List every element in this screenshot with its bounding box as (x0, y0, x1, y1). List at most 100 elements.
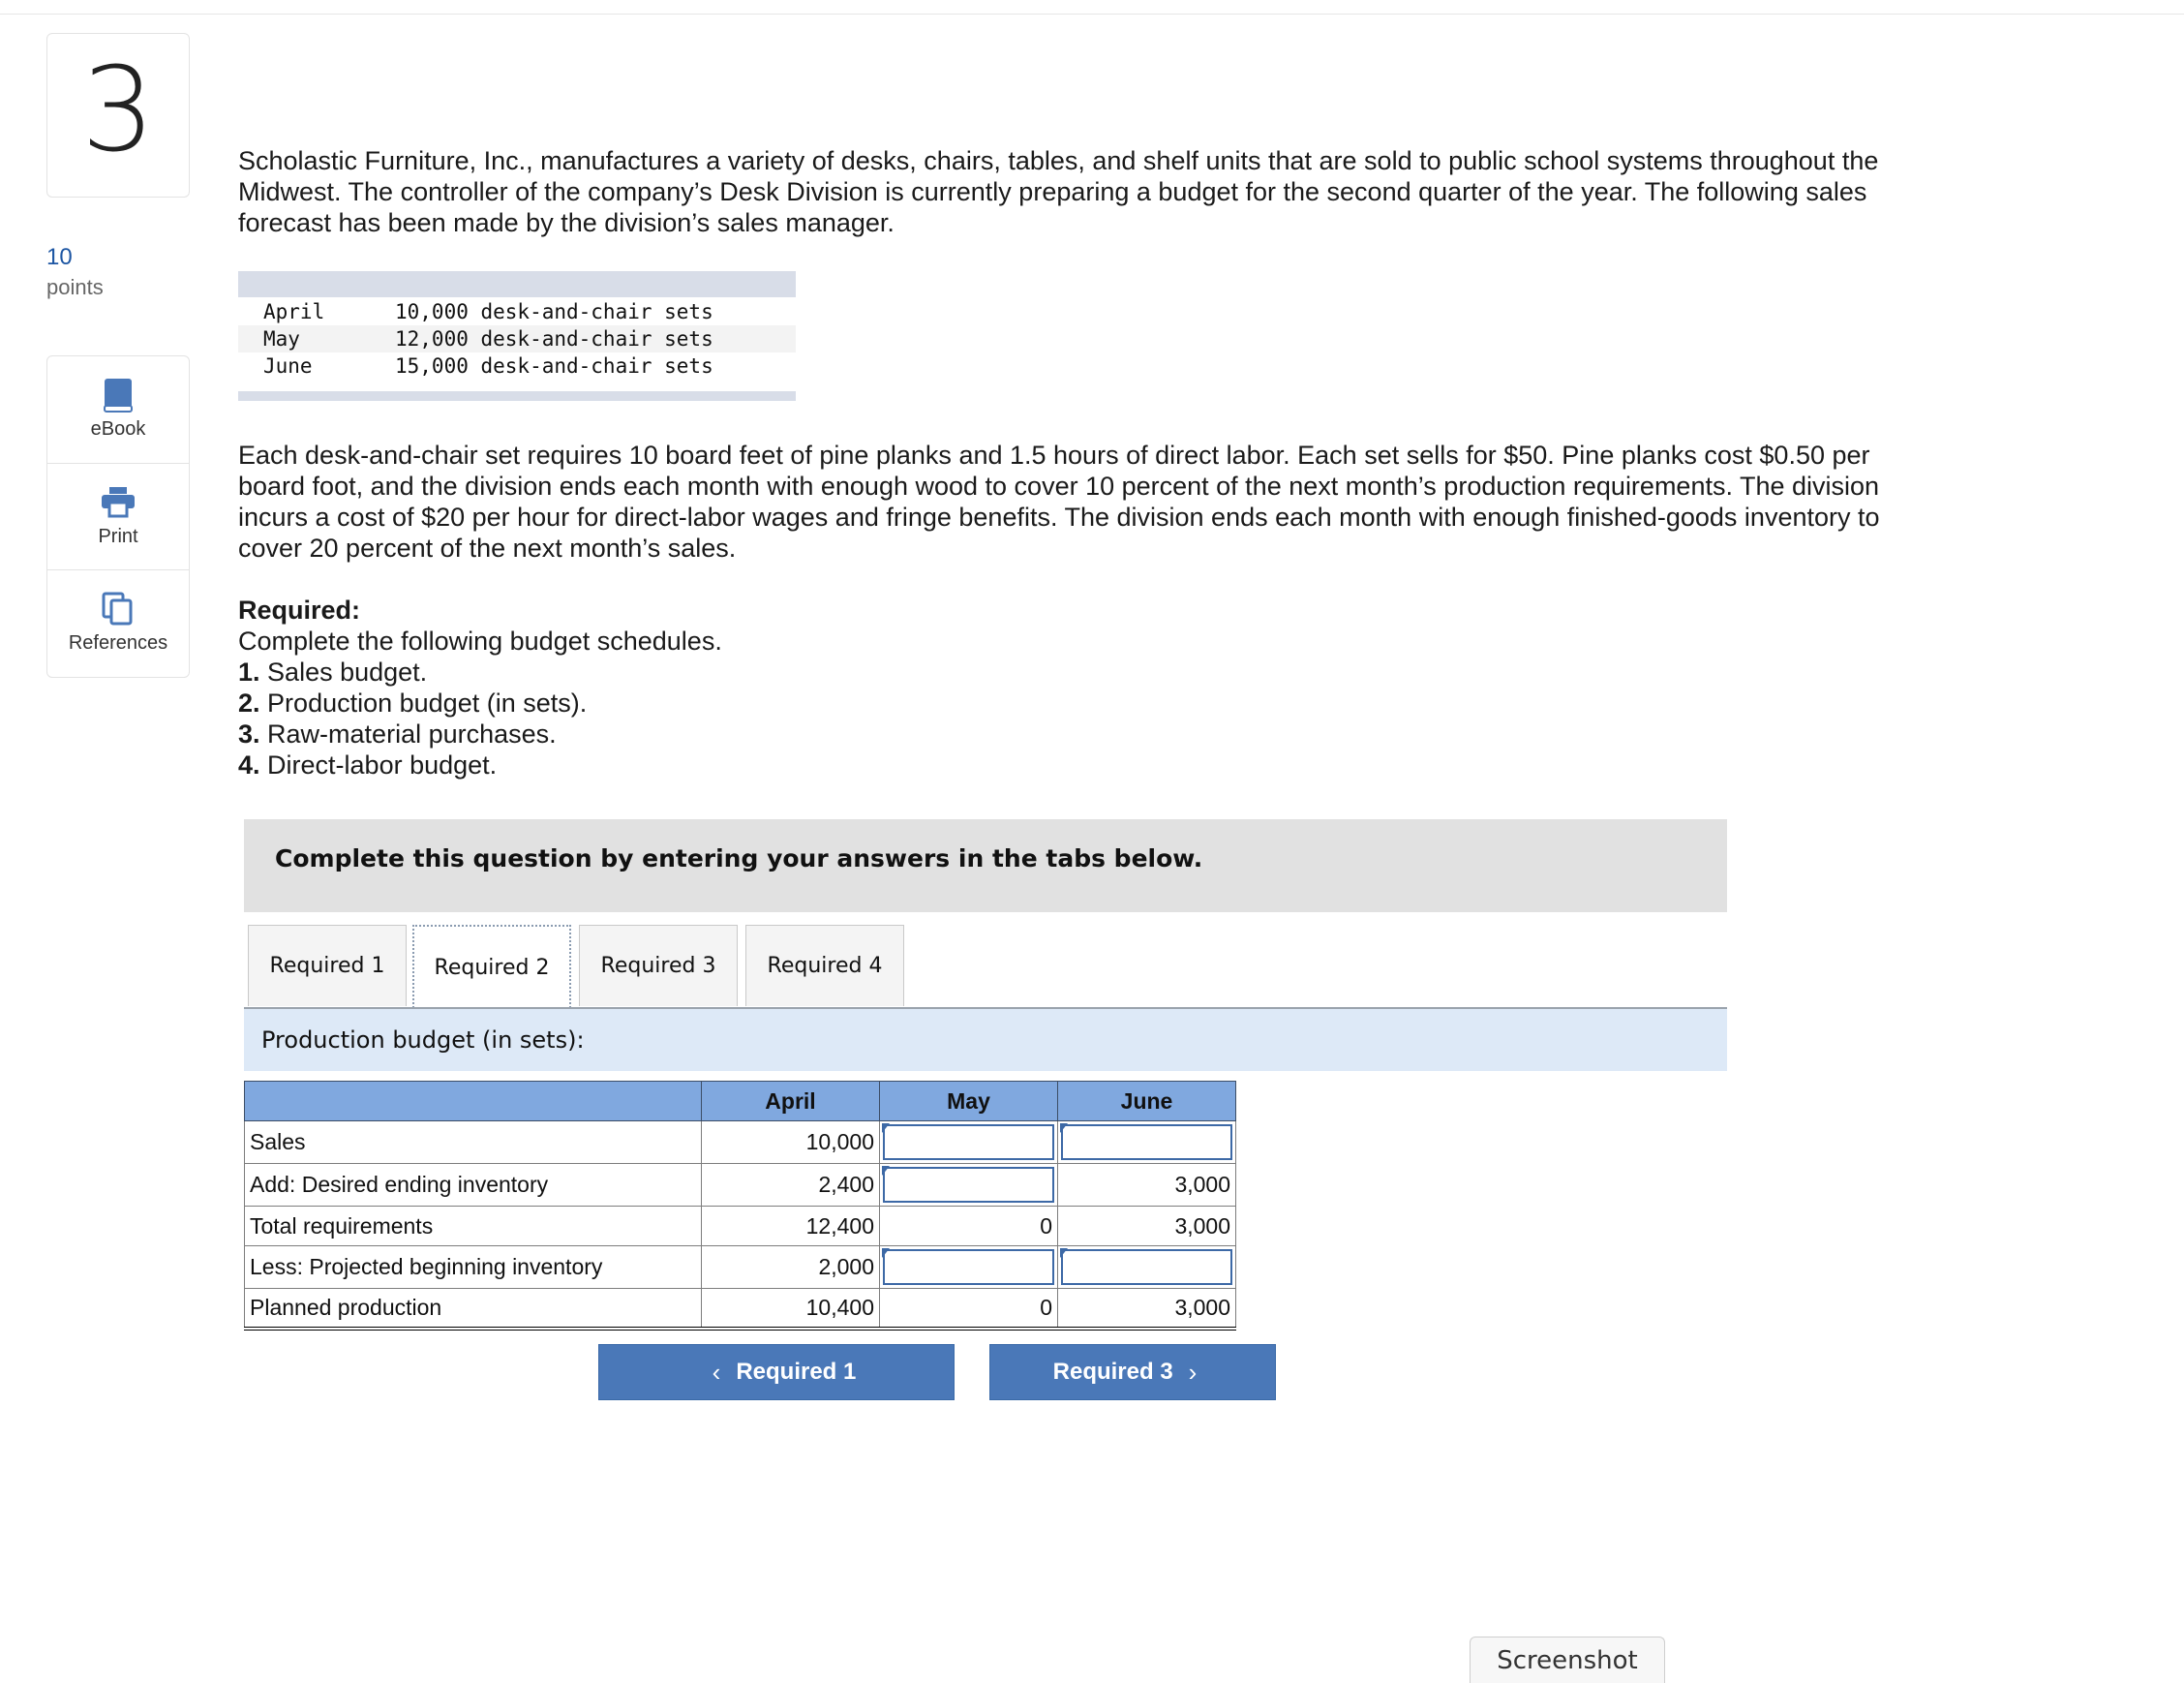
references-label: References (68, 632, 168, 654)
row-label: Sales (244, 1120, 702, 1164)
forecast-month: May (263, 327, 300, 351)
required-item-number: 2. (238, 688, 260, 718)
required-heading: Required: (238, 596, 361, 625)
required-item: 1. Sales budget. (238, 657, 722, 688)
cell-april: 2,000 (701, 1245, 880, 1289)
header-june: June (1057, 1081, 1236, 1121)
required-item-text: Production budget (in sets). (267, 688, 588, 718)
forecast-top-bar (238, 271, 796, 297)
cell-june: 3,000 (1057, 1206, 1236, 1246)
required-item-number: 1. (238, 658, 260, 687)
input-flag-icon (1060, 1123, 1068, 1133)
row-label: Less: Projected beginning inventory (244, 1245, 702, 1289)
table-header-row: April May June (244, 1081, 1236, 1121)
answer-input[interactable] (1061, 1124, 1232, 1160)
screenshot-button[interactable]: Screenshot (1470, 1637, 1665, 1683)
required-item: 2. Production budget (in sets). (238, 688, 722, 719)
forecast-bottom-bar (238, 391, 796, 401)
instruction-text: Complete this question by entering your … (275, 844, 1203, 872)
header-blank (244, 1081, 702, 1121)
cell-april: 12,400 (701, 1206, 880, 1246)
required-item-text: Sales budget. (267, 658, 428, 687)
table-row: Sales 10,000 (244, 1120, 1236, 1164)
cell-april: 2,400 (701, 1163, 880, 1207)
forecast-value: 12,000 desk-and-chair sets (395, 327, 713, 351)
table-row: Less: Projected beginning inventory 2,00… (244, 1245, 1236, 1289)
printer-icon (102, 487, 135, 518)
points-label: points (46, 275, 104, 299)
table-row: Add: Desired ending inventory 2,400 3,00… (244, 1163, 1236, 1207)
production-budget-table: April May June Sales 10,000 Add: Desired… (244, 1081, 1236, 1331)
chevron-left-icon: ‹ (712, 1357, 721, 1387)
ebook-button[interactable]: eBook (47, 356, 189, 463)
forecast-value: 15,000 desk-and-chair sets (395, 354, 713, 378)
required-section: Required: Complete the following budget … (238, 595, 722, 780)
header-may: May (879, 1081, 1058, 1121)
forecast-value: 10,000 desk-and-chair sets (395, 300, 713, 323)
cell-june: 3,000 (1057, 1163, 1236, 1207)
top-divider (0, 14, 2184, 15)
question-number: 3 (80, 44, 156, 178)
question-number-box: 3 (46, 33, 190, 198)
input-flag-icon (882, 1248, 890, 1258)
print-button[interactable]: Print (47, 463, 189, 570)
required-item: 4. Direct-labor budget. (238, 750, 722, 780)
header-april: April (701, 1081, 880, 1121)
row-label: Planned production (244, 1288, 702, 1331)
cell-june-input[interactable] (1057, 1120, 1236, 1164)
answer-input[interactable] (883, 1124, 1054, 1160)
next-button-label: Required 3 (1052, 1359, 1173, 1385)
sales-forecast-table: April 10,000 desk-and-chair sets May 12,… (238, 271, 796, 401)
forecast-month: April (263, 300, 325, 323)
row-label: Total requirements (244, 1206, 702, 1246)
input-flag-icon (882, 1123, 890, 1133)
next-required-button[interactable]: Required 3 › (989, 1344, 1276, 1400)
required-item-number: 3. (238, 719, 260, 749)
answer-input[interactable] (1061, 1249, 1232, 1285)
required-intro: Complete the following budget schedules. (238, 627, 722, 656)
ebook-label: eBook (90, 418, 146, 440)
instruction-banner: Complete this question by entering your … (244, 819, 1727, 912)
chevron-right-icon: › (1188, 1357, 1198, 1387)
tools-panel: eBook Print References (46, 355, 190, 678)
prev-required-button[interactable]: ‹ Required 1 (598, 1344, 955, 1400)
question-details: Each desk-and-chair set requires 10 boar… (238, 441, 1880, 563)
references-icon (102, 592, 133, 626)
tab-required-3[interactable]: Required 3 (579, 925, 738, 1006)
required-item-number: 4. (238, 750, 260, 780)
required-item: 3. Raw-material purchases. (238, 719, 722, 750)
tab-required-1[interactable]: Required 1 (248, 925, 407, 1006)
input-flag-icon (1060, 1248, 1068, 1258)
answer-input[interactable] (883, 1249, 1054, 1285)
row-label: Add: Desired ending inventory (244, 1163, 702, 1207)
table-row: Total requirements 12,400 0 3,000 (244, 1206, 1236, 1246)
question-intro: Scholastic Furniture, Inc., manufactures… (238, 146, 1879, 237)
forecast-row: June 15,000 desk-and-chair sets (238, 352, 796, 380)
cell-april: 10,400 (701, 1288, 880, 1331)
forecast-month: June (263, 354, 313, 378)
forecast-row: May 12,000 desk-and-chair sets (238, 325, 796, 352)
section-title: Production budget (in sets): (261, 1026, 585, 1054)
required-item-text: Raw-material purchases. (267, 719, 557, 749)
prev-button-label: Required 1 (736, 1359, 857, 1385)
required-item-text: Direct-labor budget. (267, 750, 498, 780)
cell-may: 0 (879, 1288, 1058, 1331)
cell-april: 10,000 (701, 1120, 880, 1164)
cell-june-input[interactable] (1057, 1245, 1236, 1289)
input-flag-icon (882, 1166, 890, 1176)
table-row-total: Planned production 10,400 0 3,000 (244, 1288, 1236, 1331)
answer-input[interactable] (883, 1167, 1054, 1203)
tab-required-4[interactable]: Required 4 (745, 925, 904, 1006)
print-label: Print (98, 526, 138, 547)
tab-required-2[interactable]: Required 2 (412, 925, 571, 1008)
book-icon (104, 379, 133, 413)
cell-may-input[interactable] (879, 1120, 1058, 1164)
cell-may-input[interactable] (879, 1245, 1058, 1289)
cell-may: 0 (879, 1206, 1058, 1246)
forecast-row: April 10,000 desk-and-chair sets (238, 298, 796, 325)
cell-june: 3,000 (1057, 1288, 1236, 1331)
points-value: 10 (46, 244, 73, 270)
cell-may-input[interactable] (879, 1163, 1058, 1207)
section-header: Production budget (in sets): (244, 1009, 1727, 1071)
references-button[interactable]: References (47, 569, 189, 677)
